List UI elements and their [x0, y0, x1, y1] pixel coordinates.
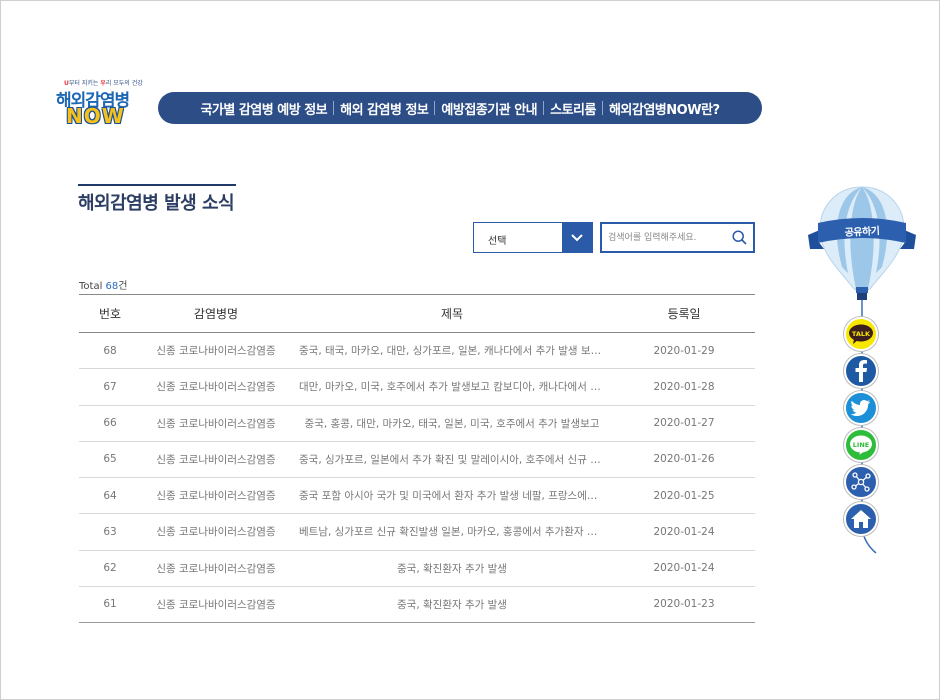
cell-disease: 신종 코로나바이러스감염증	[156, 417, 276, 430]
search-icon[interactable]	[732, 230, 747, 249]
line-icon[interactable]: LINE	[844, 428, 878, 462]
news-table: 번호 감염병명 제목 등록일 68 신종 코로나바이러스감염증 중국, 태국, …	[79, 294, 755, 623]
cell-date: 2020-01-25	[653, 489, 715, 502]
home-icon[interactable]	[844, 502, 878, 536]
cell-date: 2020-01-23	[653, 598, 715, 611]
twitter-icon[interactable]	[844, 391, 878, 425]
column-header-title: 제목	[440, 307, 464, 321]
cell-disease: 신종 코로나바이러스감염증	[156, 453, 276, 466]
cell-title-link[interactable]: 중국 포함 아시아 국가 및 미국에서 환자 추가 발생 네팔, 프랑스에서 신…	[291, 478, 613, 514]
cell-number: 62	[103, 562, 117, 575]
cell-disease: 신종 코로나바이러스감염증	[156, 526, 276, 539]
line-label: LINE	[852, 441, 870, 449]
cell-title-link[interactable]: 중국, 싱가포르, 일본에서 추가 확진 및 말레이시아, 호주에서 신규 확진…	[291, 441, 613, 477]
logo-text-now: NOW	[66, 104, 125, 128]
title-underline	[78, 184, 236, 186]
cell-title-link[interactable]: 대만, 마카오, 미국, 호주에서 추가 발생보고 캄보디아, 캐나다에서 첫 …	[291, 369, 613, 405]
table-row[interactable]: 65 신종 코로나바이러스감염증 중국, 싱가포르, 일본에서 추가 확진 및 …	[79, 441, 755, 478]
cell-disease: 신종 코로나바이러스감염증	[156, 598, 276, 611]
cell-date: 2020-01-27	[653, 417, 715, 430]
site-logo[interactable]: U부터 지키는 우리 모두의 건강 해외감염병 NOW	[56, 78, 143, 130]
cell-date: 2020-01-29	[653, 344, 715, 357]
share-network-icon[interactable]	[844, 465, 878, 499]
column-header-number: 번호	[98, 307, 122, 321]
column-header-date: 등록일	[667, 307, 701, 321]
cell-title-link[interactable]: 중국, 확진환자 추가 발생	[291, 586, 613, 622]
table-row[interactable]: 68 신종 코로나바이러스감염증 중국, 태국, 마카오, 대만, 싱가포르, …	[79, 333, 755, 369]
select-value: 선택	[488, 236, 507, 247]
page-title: 해외감염병 발생 소식	[78, 193, 235, 214]
cell-title-link[interactable]: 중국, 홍콩, 대만, 마카오, 태국, 일본, 미국, 호주에서 추가 발생보…	[291, 405, 613, 441]
cell-title-link[interactable]: 중국, 확진환자 추가 발생	[291, 550, 613, 586]
cell-disease: 신종 코로나바이러스감염증	[156, 562, 276, 575]
nav-item-vaccination-centers[interactable]: 예방접종기관 안내	[435, 99, 543, 118]
search-input[interactable]	[608, 229, 726, 247]
chevron-down-icon[interactable]	[562, 223, 592, 252]
cell-disease: 신종 코로나바이러스감염증	[156, 381, 276, 394]
nav-item-country-prevention[interactable]: 국가별 감염병 예방 정보	[194, 99, 333, 118]
table-row[interactable]: 64 신종 코로나바이러스감염증 중국 포함 아시아 국가 및 미국에서 환자 …	[79, 478, 755, 514]
table-row[interactable]: 61 신종 코로나바이러스감염증 중국, 확진환자 추가 발생 2020-01-…	[79, 586, 755, 623]
nav-item-overseas-disease-info[interactable]: 해외 감염병 정보	[334, 99, 434, 118]
nav-item-storyroom[interactable]: 스토리룸	[544, 99, 602, 118]
cell-title-link[interactable]: 중국, 태국, 마카오, 대만, 싱가포르, 일본, 캐나다에서 추가 발생 보…	[291, 333, 613, 369]
cell-number: 61	[103, 598, 117, 611]
cell-number: 63	[103, 525, 117, 538]
table-row[interactable]: 66 신종 코로나바이러스감염증 중국, 홍콩, 대만, 마카오, 태국, 일본…	[79, 405, 755, 442]
search-field	[600, 222, 755, 253]
main-nav: 국가별 감염병 예방 정보 해외 감염병 정보 예방접종기관 안내 스토리룸 해…	[158, 92, 762, 124]
cell-number: 68	[103, 344, 117, 357]
table-header-row: 번호 감염병명 제목 등록일	[79, 294, 755, 333]
table-row[interactable]: 63 신종 코로나바이러스감염증 베트남, 싱가포르 신규 확진발생 일본, 마…	[79, 514, 755, 550]
category-select[interactable]: 선택	[473, 222, 593, 253]
table-row[interactable]: 62 신종 코로나바이러스감염증 중국, 확진환자 추가 발생 2020-01-…	[79, 550, 755, 587]
cell-disease: 신종 코로나바이러스감염증	[156, 345, 276, 358]
cell-title-link[interactable]: 베트남, 싱가포르 신규 확진발생 일본, 마카오, 홍콩에서 추가환자 발생	[291, 514, 613, 550]
cell-disease: 신종 코로나바이러스감염증	[156, 490, 276, 503]
cell-date: 2020-01-24	[653, 562, 715, 575]
cell-number: 64	[103, 489, 117, 502]
talk-label: TALK	[851, 330, 871, 338]
facebook-icon[interactable]	[844, 354, 878, 388]
column-header-disease: 감염병명	[193, 307, 239, 321]
share-balloon: 공유하기 TALK LINE	[806, 183, 918, 563]
total-count: Total 68건	[79, 281, 128, 292]
cell-number: 66	[103, 417, 117, 430]
cell-number: 65	[103, 453, 117, 466]
cell-date: 2020-01-24	[653, 525, 715, 538]
cell-date: 2020-01-26	[653, 453, 715, 466]
kakaotalk-icon[interactable]: TALK	[844, 317, 878, 351]
cell-number: 67	[103, 380, 117, 393]
table-row[interactable]: 67 신종 코로나바이러스감염증 대만, 마카오, 미국, 호주에서 추가 발생…	[79, 369, 755, 405]
cell-date: 2020-01-28	[653, 380, 715, 393]
nav-item-about[interactable]: 해외감염병NOW란?	[603, 99, 726, 118]
